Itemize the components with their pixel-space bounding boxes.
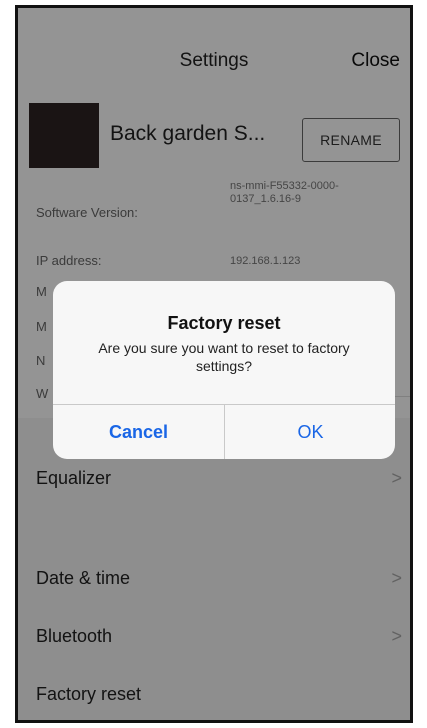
factory-reset-dialog: Factory reset Are you sure you want to r… [53,281,395,459]
device-frame: Settings Close Back garden S... RENAME S… [15,5,413,723]
cancel-button[interactable]: Cancel [53,405,224,459]
dialog-message: Are you sure you want to reset to factor… [98,340,350,374]
dialog-title: Factory reset [167,313,281,333]
ok-button[interactable]: OK [225,405,395,459]
settings-screen: Settings Close Back garden S... RENAME S… [18,8,410,720]
